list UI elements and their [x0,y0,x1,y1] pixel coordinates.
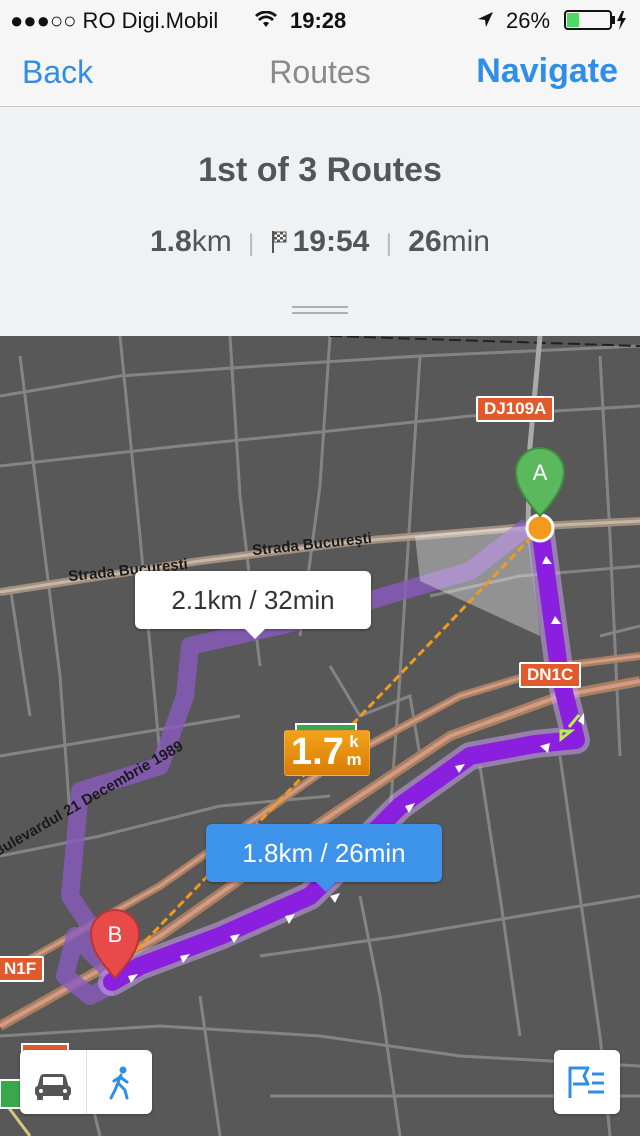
clock: 19:28 [290,8,347,33]
duration-unit: min [441,225,490,258]
straight-distance-badge: 1.7 km [284,730,370,776]
car-mode-button[interactable] [20,1050,86,1114]
duration-value: 26 [408,225,442,258]
route-summary-panel: 1st of 3 Routes 1.8km | 19:54 | 26min [0,107,640,336]
checkered-flag-icon [271,231,287,253]
location-arrow-icon [478,12,493,27]
navigate-button[interactable]: Navigate [476,52,618,91]
straight-distance-value: 1.7 [291,731,344,773]
route-stats: 1.8km | 19:54 | 26min [0,225,640,259]
route-list-button[interactable] [554,1050,620,1114]
arrival-time: 19:54 [292,225,370,258]
callout-tail [316,882,336,892]
car-icon [35,1074,71,1100]
road-label-dn1c: DN1C [519,662,582,688]
status-bar: ●●●○○ RO Digi.Mobil 19:28 26% [0,0,640,40]
road-label-n1f: N1F [0,956,45,982]
walk-icon [109,1066,129,1100]
callout-tail [245,629,265,639]
map-view[interactable]: A B DJ109A DN1C N1F Strada Bucureşti Str… [0,336,640,1136]
selected-route-text: 1.8km / 26min [242,838,406,868]
unit-bottom: m [346,750,362,769]
carrier-label: ●●●○○ RO Digi.Mobil [10,8,219,33]
transport-mode-toolbar [20,1050,152,1114]
unit-top: k [349,732,359,751]
navigation-bar: Back Routes Navigate [0,40,640,107]
route-count-heading: 1st of 3 Routes [198,151,442,189]
marker-a-label[interactable]: A [527,460,553,486]
drag-handle[interactable] [292,306,348,316]
wifi-icon [255,11,277,27]
alternate-route-text: 2.1km / 32min [171,585,335,615]
walk-mode-button[interactable] [86,1050,153,1114]
road-label-dj109a: DJ109A [476,396,555,422]
separator: | [248,230,255,257]
marker-b-label[interactable]: B [102,922,128,948]
separator: | [385,230,392,257]
battery-icon [564,10,626,30]
battery-percent: 26% [506,8,551,33]
distance-value: 1.8 [149,225,192,258]
alternate-route-callout[interactable]: 2.1km / 32min [135,571,371,639]
route-list-flag-icon [568,1066,604,1098]
straight-distance-unit: km [345,733,363,769]
selected-route-callout[interactable]: 1.8km / 26min [206,824,442,892]
distance-unit: km [191,225,232,258]
